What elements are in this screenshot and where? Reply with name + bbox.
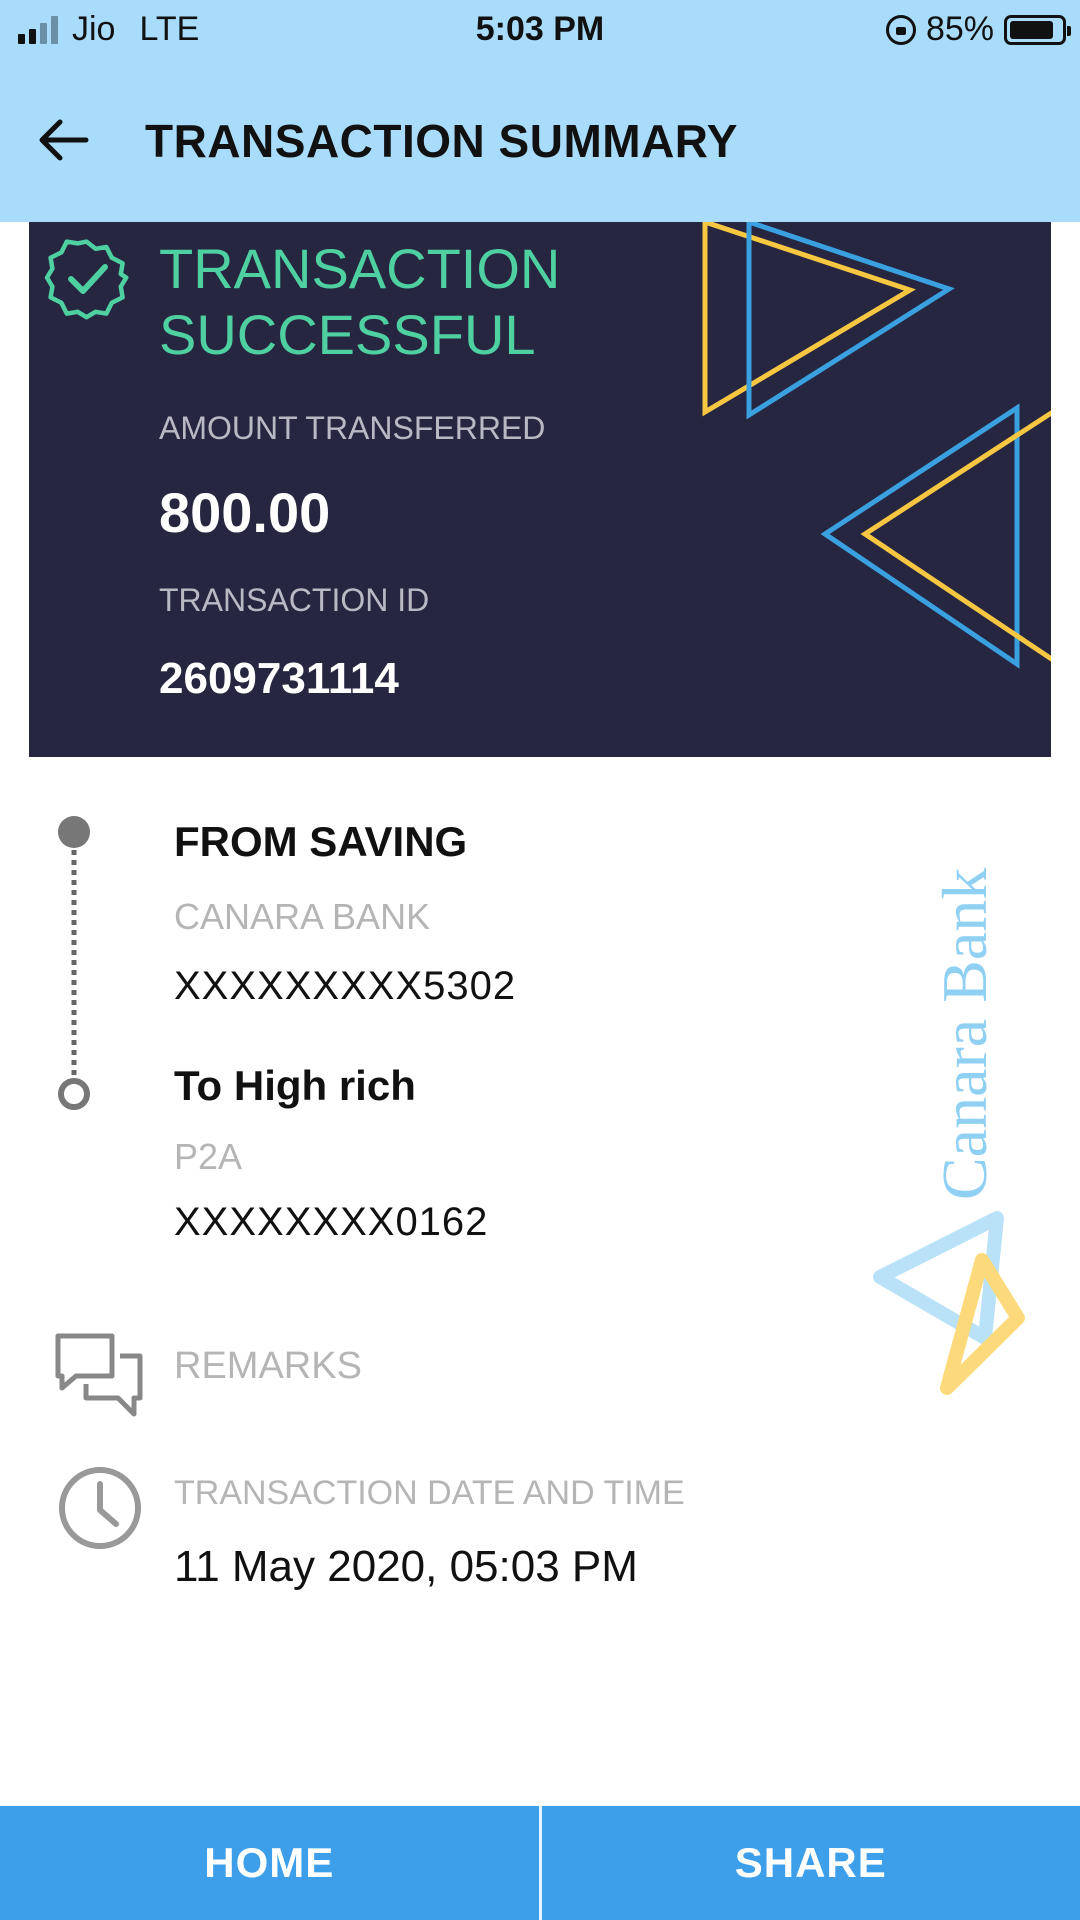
status-bar: Jio LTE 5:03 PM 85% xyxy=(0,0,1080,60)
clock-icon xyxy=(59,1467,141,1549)
home-button[interactable]: HOME xyxy=(0,1806,539,1920)
battery-icon xyxy=(1004,14,1071,45)
transaction-status: TRANSACTION SUCCESSFUL xyxy=(159,237,561,366)
transaction-id-label: TRANSACTION ID xyxy=(159,582,430,618)
battery-percent: 85% xyxy=(925,10,994,48)
status-right: 85% xyxy=(885,10,1071,49)
amount-value: 800.00 xyxy=(159,481,331,544)
rotation-lock-icon xyxy=(885,14,916,45)
canara-logo-icon xyxy=(873,1211,1025,1395)
remarks-label: REMARKS xyxy=(174,1345,362,1387)
from-account-title: FROM SAVING xyxy=(174,818,468,865)
check-circle-icon xyxy=(44,239,129,320)
to-payee-name: To High rich xyxy=(174,1062,416,1109)
share-button[interactable]: SHARE xyxy=(541,1806,1080,1920)
datetime-value: 11 May 2020, 05:03 PM xyxy=(174,1542,638,1591)
from-account-number: XXXXXXXXX5302 xyxy=(174,964,517,1008)
chat-bubbles-icon xyxy=(55,1333,143,1417)
page-title: TRANSACTION SUMMARY xyxy=(145,115,738,167)
to-transfer-type: P2A xyxy=(174,1136,243,1177)
amount-label: AMOUNT TRANSFERRED xyxy=(159,410,546,446)
transfer-timeline xyxy=(58,816,90,1110)
to-account-number: XXXXXXXX0162 xyxy=(174,1200,489,1244)
transaction-summary-card: TRANSACTION SUCCESSFUL AMOUNT TRANSFERRE… xyxy=(29,222,1051,757)
from-bank-name: CANARA BANK xyxy=(174,896,431,937)
transaction-id-value: 2609731114 xyxy=(159,654,399,703)
arrow-left-icon[interactable] xyxy=(36,112,92,168)
bottom-action-bar: HOME SHARE xyxy=(0,1806,1080,1920)
canara-bank-watermark: Canara Bank xyxy=(870,840,1040,1400)
app-header: TRANSACTION SUMMARY xyxy=(0,60,1080,222)
datetime-label: TRANSACTION DATE AND TIME xyxy=(174,1474,685,1512)
